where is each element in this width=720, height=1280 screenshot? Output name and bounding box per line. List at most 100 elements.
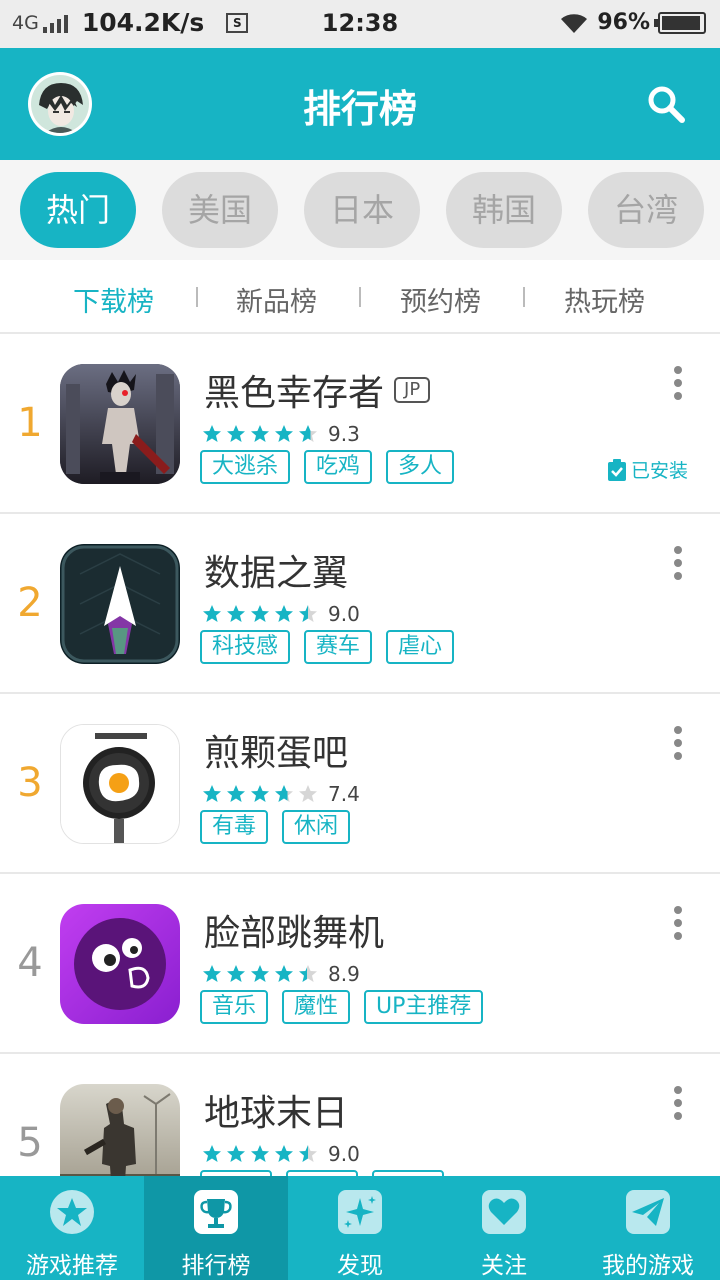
game-title-text: 黑色幸存者 [204, 373, 385, 414]
nav-label: 排行榜 [181, 1253, 251, 1279]
star-icon [251, 785, 269, 802]
game-tag[interactable]: UP主推荐 [364, 990, 484, 1024]
nav-label: 发现 [337, 1253, 383, 1279]
region-tab-taiwan[interactable]: 台湾 [588, 172, 704, 248]
star-icon [227, 965, 245, 982]
game-row[interactable]: 4 脸部跳舞机 8.9 音乐 魔性 UP主推荐 [0, 874, 720, 1054]
rating: 9.0 [202, 602, 360, 626]
star-icon [227, 605, 245, 622]
star-icon [299, 425, 317, 442]
game-title-text: 地球末日 [204, 1093, 349, 1134]
star-icon [275, 965, 293, 982]
tag-list: 有毒 休闲 [200, 810, 351, 844]
game-tag[interactable]: 魔性 [282, 990, 351, 1024]
tab-hot-play[interactable]: 热玩榜 [564, 280, 645, 319]
region-tab-us[interactable]: 美国 [162, 172, 278, 248]
game-title: 脸部跳舞机 [204, 904, 384, 956]
trophy-icon [194, 1190, 238, 1234]
game-tag[interactable]: 虐心 [386, 630, 455, 664]
game-tag[interactable]: 大逃杀 [200, 450, 291, 484]
rating-score: 9.0 [328, 602, 360, 626]
more-options-button[interactable] [674, 366, 684, 402]
nav-game-recommend[interactable]: 游戏推荐 [0, 1176, 144, 1280]
search-button[interactable] [646, 84, 686, 124]
game-tag[interactable]: 赛车 [304, 630, 373, 664]
game-tag[interactable]: 吃鸡 [304, 450, 373, 484]
tag-list: 大逃杀 吃鸡 多人 [200, 450, 455, 484]
game-icon-earth-doomsday[interactable] [60, 1084, 180, 1176]
tab-new[interactable]: 新品榜 [236, 280, 317, 319]
sparkle-icon [338, 1190, 382, 1234]
region-tabs: 热门 美国 日本 韩国 台湾 [0, 160, 720, 260]
game-icon-data-wing[interactable] [60, 544, 180, 664]
star-icon [203, 785, 221, 802]
game-tag[interactable]: 多人 [386, 450, 455, 484]
game-row[interactable]: 2 数据之翼 9.0 科技感 赛车 虐心 [0, 514, 720, 694]
status-right: 96% [559, 10, 706, 35]
star-icon [203, 425, 221, 442]
nav-label: 我的游戏 [602, 1253, 694, 1279]
star-icon [203, 1145, 221, 1162]
star-icon [299, 785, 317, 802]
star-icon [227, 1145, 245, 1162]
star-rating [202, 964, 318, 984]
bottom-navigation: 游戏推荐 排行榜 发现 关注 我的游戏 [0, 1176, 720, 1280]
star-icon [299, 1145, 317, 1162]
game-row[interactable]: 1 黑色幸存者 JP 9.3 大逃杀 吃鸡 多人 已安装 [0, 334, 720, 514]
heart-icon [482, 1190, 526, 1234]
game-row[interactable]: 3 煎颗蛋吧 7.4 有毒 休闲 [0, 694, 720, 874]
star-icon [203, 605, 221, 622]
star-icon [299, 605, 317, 622]
rank-number: 1 [17, 400, 43, 446]
nav-my-games[interactable]: 我的游戏 [576, 1176, 720, 1280]
nav-rankings[interactable]: 排行榜 [144, 1176, 288, 1280]
star-rating [202, 1144, 318, 1164]
installed-label: 已安装 [630, 460, 688, 482]
region-tab-japan[interactable]: 日本 [304, 172, 420, 248]
wifi-icon [561, 13, 588, 33]
status-bar: 4G 104.2K/s S 12:38 96% [0, 0, 720, 48]
tab-downloads[interactable]: 下载榜 [73, 280, 154, 319]
rank-number: 2 [17, 580, 43, 626]
rank-number: 4 [17, 940, 43, 986]
region-badge: JP [394, 377, 431, 403]
tab-reservations[interactable]: 预约榜 [400, 280, 481, 319]
more-options-button[interactable] [674, 1086, 684, 1122]
region-tab-korea[interactable]: 韩国 [446, 172, 562, 248]
app-header: 排行榜 [0, 48, 720, 160]
game-tag[interactable]: 音乐 [200, 990, 269, 1024]
tag-list: 科技感 赛车 虐心 [200, 630, 455, 664]
paper-plane-icon [626, 1190, 670, 1234]
rating: 7.4 [202, 782, 360, 806]
tab-divider [196, 287, 198, 307]
more-options-button[interactable] [674, 906, 684, 942]
star-icon [275, 785, 293, 802]
game-title-text: 脸部跳舞机 [204, 913, 385, 954]
installed-status: 已安装 [607, 456, 688, 483]
game-icon-black-survivor[interactable] [60, 364, 180, 484]
region-tab-hot[interactable]: 热门 [20, 172, 136, 248]
game-icon-fry-an-egg[interactable] [60, 724, 180, 844]
more-options-button[interactable] [674, 546, 684, 582]
game-title: 地球末日 [204, 1084, 348, 1136]
game-title: 黑色幸存者 JP [204, 364, 431, 416]
nav-discover[interactable]: 发现 [288, 1176, 432, 1280]
nav-follow[interactable]: 关注 [432, 1176, 576, 1280]
game-icon-face-dance[interactable] [60, 904, 180, 1024]
rating: 9.0 [202, 1142, 360, 1166]
more-options-button[interactable] [674, 726, 684, 762]
game-tag[interactable]: 科技感 [200, 630, 291, 664]
rating-score: 9.0 [328, 1142, 360, 1166]
rating-score: 9.3 [328, 422, 360, 446]
ranking-tabs: 下载榜 新品榜 预约榜 热玩榜 [0, 260, 720, 334]
star-rating [202, 784, 318, 804]
star-icon [50, 1190, 94, 1234]
game-row[interactable]: 5 地球末日 9.0 [0, 1054, 720, 1176]
battery-percent: 96% [597, 10, 650, 35]
game-tag[interactable]: 休闲 [282, 810, 351, 844]
rating: 9.3 [202, 422, 360, 446]
star-rating [202, 424, 318, 444]
game-title-text: 煎颗蛋吧 [204, 733, 349, 774]
star-icon [251, 425, 269, 442]
game-tag[interactable]: 有毒 [200, 810, 269, 844]
